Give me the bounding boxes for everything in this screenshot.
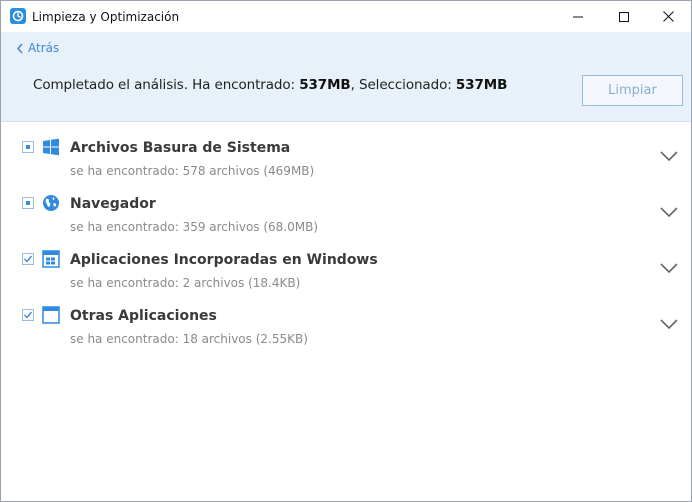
- selected-size: 537MB: [455, 77, 508, 93]
- partial-check-mark: [26, 145, 30, 149]
- category-checkbox[interactable]: [22, 141, 34, 153]
- globe-icon: [43, 195, 59, 211]
- app-window: Limpieza y Optimización Atrás Completado…: [0, 0, 692, 502]
- item-title: Otras Aplicaciones: [70, 308, 217, 324]
- chevron-down-icon[interactable]: [659, 318, 679, 330]
- minimize-button[interactable]: [555, 1, 601, 32]
- scan-summary-panel: Atrás Completado el análisis. Ha encontr…: [1, 32, 691, 122]
- item-title: Archivos Basura de Sistema: [70, 140, 291, 156]
- item-subtitle: se ha encontrado: 359 archivos (68.0MB): [70, 220, 319, 234]
- window-title: Limpieza y Optimización: [32, 10, 180, 24]
- windows-app-icon: [42, 250, 60, 268]
- close-button[interactable]: [645, 1, 691, 32]
- item-title: Navegador: [70, 196, 156, 212]
- app-logo-icon: [10, 8, 26, 24]
- scan-summary-text: Completado el análisis. Ha encontrado: 5…: [33, 77, 507, 93]
- summary-prefix: Completado el análisis. Ha encontrado:: [33, 77, 300, 93]
- summary-middle: , Seleccionado:: [350, 77, 456, 93]
- checkmark-icon: [24, 311, 33, 319]
- category-checkbox[interactable]: [22, 253, 34, 265]
- list-item[interactable]: Aplicaciones Incorporadas en Windows se …: [1, 235, 691, 291]
- checkmark-icon: [24, 255, 33, 263]
- item-title: Aplicaciones Incorporadas en Windows: [70, 252, 378, 268]
- maximize-button[interactable]: [601, 1, 647, 32]
- clean-button[interactable]: Limpiar: [582, 75, 683, 106]
- found-size: 537MB: [299, 77, 351, 93]
- partial-check-mark: [26, 201, 30, 205]
- list-item[interactable]: Navegador se ha encontrado: 359 archivos…: [1, 179, 691, 235]
- list-item[interactable]: Archivos Basura de Sistema se ha encontr…: [1, 123, 691, 179]
- category-checkbox[interactable]: [22, 309, 34, 321]
- chevron-down-icon[interactable]: [659, 262, 679, 274]
- item-subtitle: se ha encontrado: 2 archivos (18.4KB): [70, 276, 301, 290]
- close-icon: [662, 11, 674, 22]
- windows-logo-icon: [43, 138, 59, 156]
- item-subtitle: se ha encontrado: 18 archivos (2.55KB): [70, 332, 308, 346]
- maximize-icon: [619, 11, 629, 22]
- title-bar: Limpieza y Optimización: [1, 1, 691, 32]
- list-item[interactable]: Otras Aplicaciones se ha encontrado: 18 …: [1, 291, 691, 347]
- back-label: Atrás: [28, 41, 60, 55]
- chevron-down-icon[interactable]: [659, 150, 679, 162]
- chevron-left-icon: [16, 43, 23, 53]
- minimize-icon: [573, 16, 583, 17]
- category-checkbox[interactable]: [22, 197, 34, 209]
- back-button[interactable]: Atrás: [16, 40, 59, 56]
- app-window-icon: [42, 306, 60, 324]
- item-subtitle: se ha encontrado: 578 archivos (469MB): [70, 164, 315, 178]
- chevron-down-icon[interactable]: [659, 206, 679, 218]
